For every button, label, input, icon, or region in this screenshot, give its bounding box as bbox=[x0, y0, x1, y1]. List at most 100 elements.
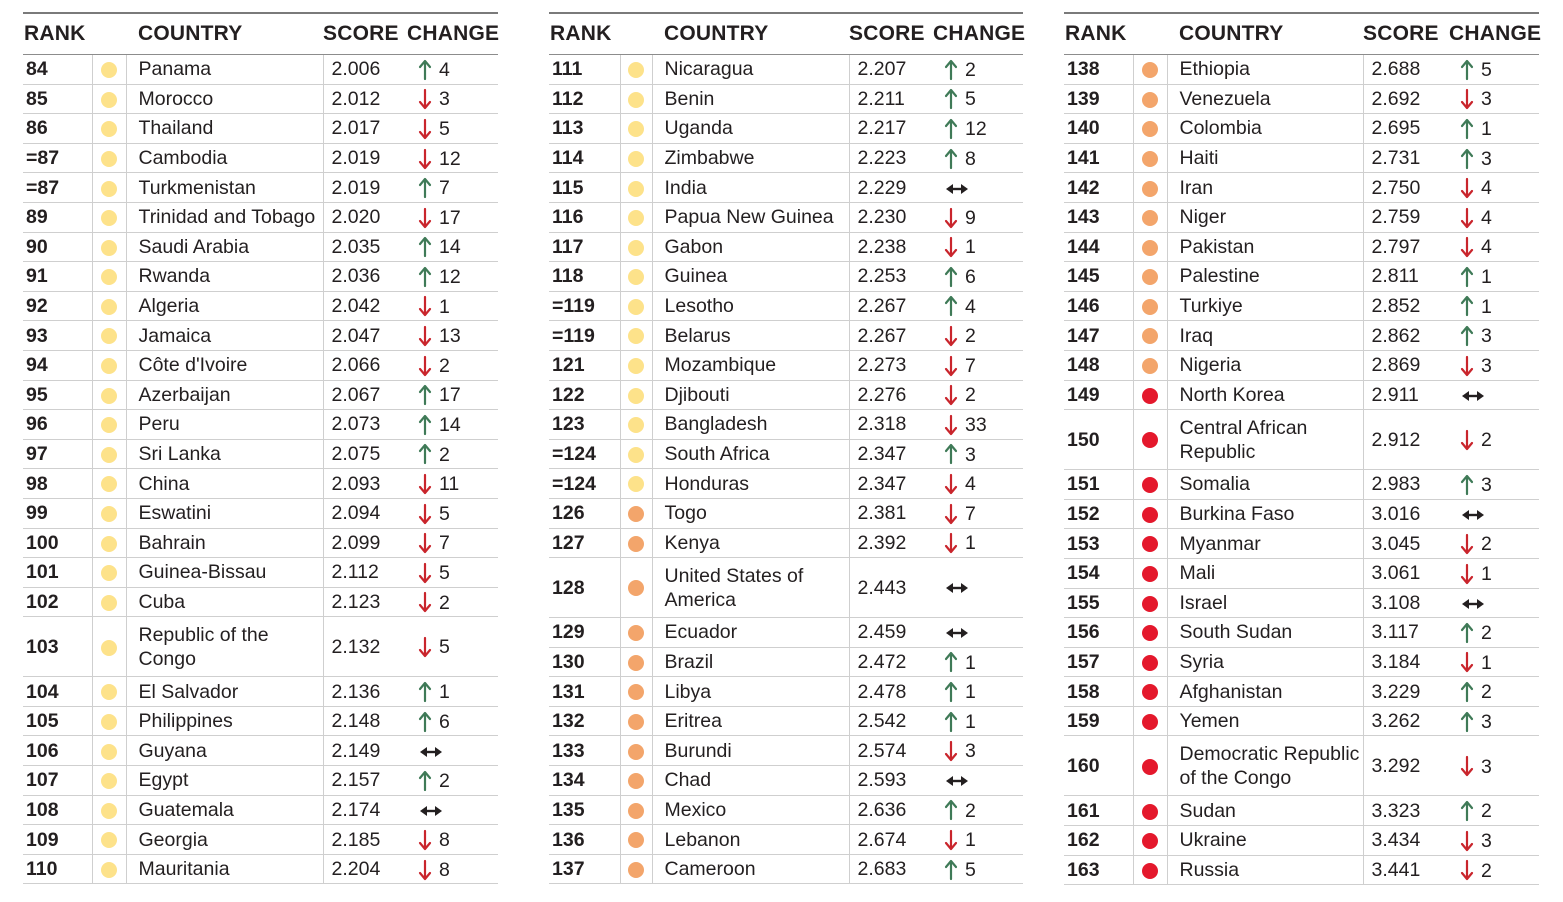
tier-dot-icon bbox=[101, 565, 117, 582]
table-row: 86 Thailand 2.017 5 bbox=[23, 113, 498, 144]
change-value: 1 bbox=[1481, 562, 1492, 585]
tier-dot-icon bbox=[1142, 477, 1158, 494]
down-arrow-icon bbox=[417, 355, 433, 377]
change-value: 4 bbox=[1481, 236, 1492, 259]
table-row: 157 Syria 3.184 1 bbox=[1064, 647, 1539, 678]
rank-cell: 133 bbox=[549, 735, 621, 767]
country-cell: Togo bbox=[652, 498, 850, 529]
score-cell: 2.185 bbox=[323, 824, 407, 855]
rank-cell: 94 bbox=[23, 350, 93, 381]
country-cell: Cameroon bbox=[652, 854, 850, 885]
down-arrow-icon bbox=[1459, 88, 1475, 110]
rank-cell: 84 bbox=[23, 54, 93, 85]
country-cell: Djibouti bbox=[652, 380, 850, 411]
tier-cell bbox=[1133, 528, 1168, 559]
table-row: =124 South Africa 2.347 3 bbox=[549, 439, 1023, 470]
change-value: 17 bbox=[439, 384, 461, 407]
table-row: 147 Iraq 2.862 3 bbox=[1064, 320, 1539, 351]
tier-cell bbox=[92, 616, 127, 678]
tier-dot-icon bbox=[101, 62, 117, 79]
score-cell: 2.347 bbox=[849, 439, 933, 470]
change-cell: 1 bbox=[1449, 261, 1539, 292]
tier-cell bbox=[1133, 647, 1168, 678]
country-cell: Syria bbox=[1167, 647, 1364, 678]
down-arrow-icon bbox=[1459, 533, 1475, 555]
change-cell: 2 bbox=[1449, 795, 1539, 827]
change-cell: 3 bbox=[407, 84, 498, 115]
down-arrow-icon bbox=[417, 207, 433, 229]
score-cell: 2.036 bbox=[323, 261, 407, 292]
up-arrow-icon bbox=[1459, 622, 1475, 644]
header-country: COUNTRY bbox=[1167, 14, 1363, 55]
down-arrow-icon bbox=[943, 532, 959, 554]
table-row: 161 Sudan 3.323 2 bbox=[1064, 795, 1539, 827]
tier-dot-icon bbox=[1142, 210, 1158, 227]
rank-cell: 129 bbox=[549, 617, 621, 648]
down-arrow-icon bbox=[417, 562, 433, 584]
change-cell: 1 bbox=[933, 676, 1023, 707]
header-rank: RANK bbox=[1064, 14, 1133, 55]
rank-cell: 138 bbox=[1064, 54, 1134, 85]
change-value: 14 bbox=[439, 236, 461, 259]
change-value: 2 bbox=[439, 354, 450, 377]
score-cell: 2.347 bbox=[849, 468, 933, 499]
rank-cell: 154 bbox=[1064, 558, 1134, 589]
table-row: 102 Cuba 2.123 2 bbox=[23, 587, 498, 618]
tier-cell bbox=[1133, 825, 1168, 856]
score-cell: 2.093 bbox=[323, 468, 407, 499]
tier-cell bbox=[92, 232, 127, 263]
country-cell: Iran bbox=[1167, 172, 1364, 203]
up-arrow-icon bbox=[1459, 711, 1475, 733]
country-cell: Peru bbox=[126, 409, 324, 440]
score-cell: 2.267 bbox=[849, 320, 933, 351]
change-cell: 1 bbox=[933, 232, 1023, 263]
tier-cell bbox=[1133, 143, 1168, 174]
tier-cell bbox=[1133, 261, 1168, 292]
score-cell: 2.862 bbox=[1363, 320, 1449, 351]
tier-cell bbox=[1133, 676, 1168, 707]
no-change-arrow-icon bbox=[945, 581, 969, 595]
score-cell: 2.075 bbox=[323, 439, 407, 470]
country-cell: India bbox=[652, 172, 850, 203]
change-cell: 3 bbox=[1449, 320, 1539, 351]
country-cell: Nicaragua bbox=[652, 54, 850, 85]
tier-dot-icon bbox=[101, 298, 117, 315]
change-value: 3 bbox=[1481, 473, 1492, 496]
header-change: CHANGE bbox=[1449, 14, 1541, 55]
down-arrow-icon bbox=[417, 532, 433, 554]
tier-cell bbox=[620, 617, 653, 648]
tier-dot-icon bbox=[101, 417, 117, 434]
score-cell: 2.020 bbox=[323, 202, 407, 233]
table-row: 99 Eswatini 2.094 5 bbox=[23, 498, 498, 529]
score-cell: 2.674 bbox=[849, 824, 933, 855]
rank-cell: 134 bbox=[549, 765, 621, 796]
change-value: 1 bbox=[1481, 295, 1492, 318]
change-cell: 12 bbox=[933, 113, 1023, 144]
up-arrow-icon bbox=[417, 770, 433, 792]
country-cell: Palestine bbox=[1167, 261, 1364, 292]
score-cell: 2.035 bbox=[323, 232, 407, 263]
score-cell: 2.478 bbox=[849, 676, 933, 707]
up-arrow-icon bbox=[1459, 266, 1475, 288]
change-cell: 1 bbox=[933, 528, 1023, 559]
table-row: 133 Burundi 2.574 3 bbox=[549, 735, 1023, 767]
tier-cell bbox=[92, 113, 127, 144]
tier-dot-icon bbox=[101, 121, 117, 138]
table-row: 155 Israel 3.108 bbox=[1064, 588, 1539, 619]
country-cell: Iraq bbox=[1167, 320, 1364, 351]
change-value: 2 bbox=[1481, 800, 1492, 823]
tier-dot-icon bbox=[1142, 180, 1158, 197]
score-cell: 2.636 bbox=[849, 795, 933, 826]
tier-dot-icon bbox=[101, 684, 117, 701]
up-arrow-icon bbox=[943, 681, 959, 703]
tier-cell bbox=[620, 735, 653, 767]
tier-dot-icon bbox=[1142, 566, 1158, 583]
tier-cell bbox=[1133, 380, 1168, 411]
header-country: COUNTRY bbox=[652, 14, 849, 55]
rank-cell: 135 bbox=[549, 795, 621, 826]
change-value: 5 bbox=[1481, 58, 1492, 81]
rank-cell: 86 bbox=[23, 113, 93, 144]
change-cell: 2 bbox=[933, 795, 1023, 826]
tier-dot-icon bbox=[101, 387, 117, 404]
change-value: 2 bbox=[965, 799, 976, 822]
